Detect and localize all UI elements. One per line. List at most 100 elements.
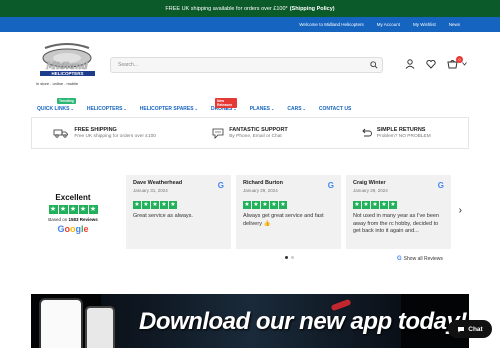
star-icon: ★ [279,201,287,209]
category-nav: Trending QUICK LINKS⌄ HELICOPTERS⌄ HELIC… [37,97,364,113]
star-icon: ★ [169,201,177,209]
reviewer-name: Dave Weatherhead [133,180,183,186]
star-icon: ★ [371,201,379,209]
search-icon[interactable] [370,61,378,69]
google-g-icon: G [437,181,444,190]
feature-subtitle: By Phone, Email or Chat [229,134,282,139]
nav-cars-label: CARS [287,105,302,112]
support-chat-icon [212,128,224,139]
reviewer-name: Craig Winter [353,180,386,186]
account-icon[interactable] [405,59,415,69]
review-stars: ★ ★ ★ ★ ★ [243,201,334,209]
search-placeholder: Search... [118,62,139,68]
review-card: Dave Weatherhead January 31, 2024 G ★ ★ ★ ★… [126,175,231,249]
review-card: Craig Winter January 29, 2024 G ★ ★ ★ ★ ★ No… [346,175,451,249]
logo[interactable]: Midland HELICOPTERS in store . online . … [32,40,112,90]
nav-helicopters[interactable]: HELICOPTERS⌄ [87,106,127,112]
chat-bubble-icon [458,326,465,332]
star-icon: ★ [362,201,370,209]
star-icon: ★ [142,201,150,209]
reviews-count: Based on 1583 Reviews [40,217,106,222]
nav-contact-us-label: CONTACT US [318,105,352,112]
show-all-reviews-link[interactable]: G Show all Reviews [397,256,443,262]
nav-helicopter-spares[interactable]: HELICOPTER SPARES⌄ [140,106,198,112]
feature-title: FANTASTIC SUPPORT [229,127,288,133]
based-on-prefix: Based on [48,217,68,222]
reviews-count-value: 1583 Reviews [68,217,98,222]
nav-quick-links[interactable]: Trending QUICK LINKS⌄ [37,97,76,112]
carousel-dot[interactable] [291,256,294,259]
star-icon: ★ [353,201,361,209]
nav-quick-links-label: QUICK LINKS [37,105,70,112]
carousel-dots [285,256,294,259]
nav-cars[interactable]: CARS⌄ [287,106,306,112]
star-icon: ★ [389,201,397,209]
feature-subtitle: Problem? NO PROBLEM [376,134,431,139]
topnav-news[interactable]: News [449,22,460,27]
phone-image [85,306,115,348]
star-icon: ★ [261,201,269,209]
nav-helicopter-spares-label: HELICOPTER SPARES [139,105,194,112]
chat-button[interactable]: Chat [448,320,492,338]
review-stars: ★ ★ ★ ★ ★ [133,201,224,209]
topnav-welcome[interactable]: Welcome to Midland Helicopters [299,22,363,27]
nav-helicopters-label: HELICOPTERS [86,105,123,112]
reviews-summary: Excellent ★ ★ ★ ★ ★ Based on 1583 Review… [40,193,106,234]
rating-label: Excellent [55,193,91,202]
star-icon: ★ [151,201,159,209]
features-strip: FREE SHIPPING Free UK shipping for order… [31,117,469,149]
top-nav: Welcome to Midland Helicopters My Accoun… [0,17,500,32]
nav-planes-label: PLANES [249,105,270,112]
star-icon: ★ [133,201,141,209]
banner-headline: Download our new app today! [139,308,467,335]
star-icon: ★ [270,201,278,209]
chevron-down-icon: ⌄ [302,105,306,111]
review-date: January 29, 2024 [353,188,388,193]
star-icon: ★ [68,205,78,214]
topnav-my-account[interactable]: My Account [377,22,400,27]
feature-support: FANTASTIC SUPPORT By Phone, Email or Cha… [177,127,322,139]
nav-planes[interactable]: PLANES⌄ [250,106,275,112]
search-input[interactable]: Search... [110,57,383,73]
chevron-down-icon: ⌄ [70,105,74,111]
feature-returns: SIMPLE RETURNS Problem? NO PROBLEM [323,127,468,139]
chevron-down-icon: ⌄ [123,105,127,111]
feature-free-shipping: FREE SHIPPING Free UK shipping for order… [32,127,177,139]
site-header: Midland HELICOPTERS in store . online . … [0,32,500,97]
nav-drones[interactable]: New Releases DRONES⌄ [211,97,237,112]
cart-chevron-down-icon[interactable] [462,62,467,66]
star-icon: ★ [78,205,88,214]
feature-title: SIMPLE RETURNS [376,127,426,133]
topnav-my-wishlist[interactable]: My Wishlist [413,22,436,27]
feature-subtitle: Free UK shipping for orders over £100 [74,134,156,139]
review-stars: ★ ★ ★ ★ ★ [353,201,444,209]
reviewer-name: Richard Burton [243,180,284,186]
star-icon: ★ [252,201,260,209]
star-icon: ★ [58,205,68,214]
new-releases-tag: New Releases [214,97,237,108]
chevron-down-icon: ⌄ [194,105,198,111]
star-icon: ★ [160,201,168,209]
trending-tag: Trending [57,97,76,104]
carousel-dot[interactable] [285,256,288,259]
wishlist-heart-icon[interactable] [426,59,436,69]
star-icon: ★ [380,201,388,209]
review-date: January 31, 2024 [133,188,168,193]
next-arrow-icon[interactable]: › [459,205,462,216]
announcement-bar: FREE UK shipping available for orders ov… [0,0,500,17]
show-all-label: Show all Reviews [403,256,443,262]
review-card: Richard Burton January 29, 2024 G ★ ★ ★ ★ ★ … [236,175,341,249]
review-text: Not used in many year as I've been away … [353,213,440,235]
google-g-icon: G [397,256,402,262]
star-icon: ★ [88,205,98,214]
phone-image [39,298,83,348]
announcement-text: FREE UK shipping available for orders ov… [165,5,288,12]
logo-tagline: in store . online . mobile [36,81,79,86]
app-banner[interactable]: Download our new app today! [31,294,469,348]
star-icon: ★ [243,201,251,209]
review-date: January 29, 2024 [243,188,278,193]
review-text: Great service as always. [133,213,193,219]
chevron-down-icon: ⌄ [271,105,275,111]
shipping-policy-link[interactable]: (Shipping Policy) [290,6,335,12]
nav-contact-us[interactable]: CONTACT US [319,106,351,112]
